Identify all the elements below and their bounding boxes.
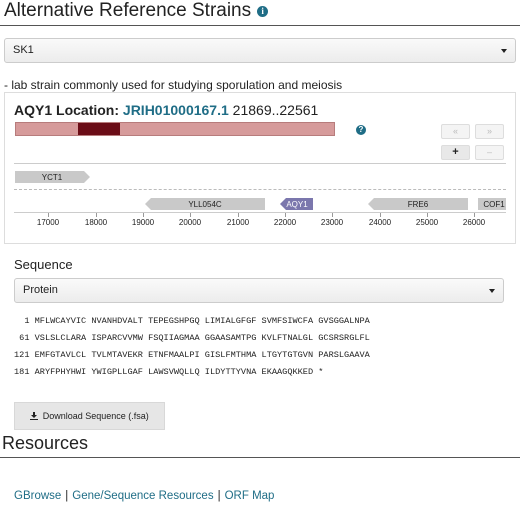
sequence-box: 1 MFLWCAYVIC NVANHDVALT TEPEGSHPGQ LIMIA… [14, 313, 504, 391]
strain-select-value: SK1 [13, 44, 34, 56]
feature-fre6[interactable]: FRE6 [368, 198, 468, 210]
download-sequence-button[interactable]: Download Sequence (.fsa) [14, 402, 165, 430]
location-range: 21869..22561 [232, 102, 319, 118]
sequence-line: 61 VSLSLCLARA ISPARCVVMW FSQIIAGMAA GGAA… [14, 333, 370, 343]
feature-label-fre6: FRE6 [408, 200, 429, 209]
axis-tick [427, 213, 428, 217]
feature-label-cof1: COF1 [483, 200, 505, 209]
sequence-line: 1 MFLWCAYVIC NVANHDVALT TEPEGSHPGQ LIMIA… [14, 316, 370, 326]
axis-tick [380, 213, 381, 217]
zoom-out-button[interactable]: – [475, 145, 504, 160]
axis-tick [332, 213, 333, 217]
chevron-down-icon [501, 49, 507, 53]
contig-link[interactable]: JRIH01000167.1 [123, 102, 229, 118]
axis-tick [285, 213, 286, 217]
resources-divider [0, 457, 520, 458]
page-title-text: Alternative Reference Strains [4, 0, 252, 21]
sequence-label: Sequence [14, 257, 73, 272]
gene-sequence-resources-link[interactable]: Gene/Sequence Resources [72, 490, 213, 502]
download-sequence-label: Download Sequence (.fsa) [42, 411, 149, 421]
axis-tick-label: 22000 [273, 218, 297, 227]
locus-highlight [78, 123, 120, 135]
sequence-type-value: Protein [23, 284, 58, 296]
axis-tick-label: 19000 [131, 218, 155, 227]
resources-links: GBrowse | Gene/Sequence Resources | ORF Map [14, 490, 274, 502]
axis-tick [48, 213, 49, 217]
chevron-down-icon [489, 289, 495, 293]
axis-tick-label: 18000 [84, 218, 108, 227]
axis-tick [190, 213, 191, 217]
sequence-line: 121 EMFGTAVLCL TVLMTAVEKR ETNFMAALPI GIS… [14, 350, 370, 360]
gbrowse-link[interactable]: GBrowse [14, 490, 61, 502]
axis-tick [474, 213, 475, 217]
download-icon [30, 412, 39, 420]
scroll-right-button[interactable]: » [475, 124, 504, 139]
location-title: AQY1 Location: JRIH01000167.1 21869..225… [14, 102, 318, 118]
title-divider [0, 25, 520, 26]
feature-label-aqy1: AQY1 [286, 200, 308, 209]
axis-tick-label: 24000 [368, 218, 392, 227]
resources-title: Resources [2, 433, 89, 453]
help-icon[interactable]: ? [356, 125, 366, 135]
page-title: Alternative Reference Strains i [4, 0, 269, 22]
axis-tick-label: 26000 [462, 218, 486, 227]
axis-tick [143, 213, 144, 217]
locus-overview-bar [15, 122, 335, 136]
sequence-line: 181 ARYFPHYHWI YWIGPLLGAF LAWSVWQLLQ ILD… [14, 367, 324, 377]
axis-tick-label: 21000 [226, 218, 250, 227]
zoom-in-button[interactable]: + [441, 145, 470, 160]
axis-tick [238, 213, 239, 217]
info-icon[interactable]: i [257, 5, 269, 17]
strain-select[interactable]: SK1 [4, 38, 516, 63]
feature-label-yll054c: YLL054C [188, 200, 222, 209]
sequence-type-select[interactable]: Protein [14, 278, 504, 303]
feature-yct1[interactable]: YCT1 [15, 171, 90, 183]
location-gene-label: AQY1 Location: [14, 102, 120, 118]
feature-cof1[interactable]: COF1 [478, 198, 506, 210]
feature-aqy1[interactable]: AQY1 [280, 198, 313, 210]
track-top-border [14, 163, 506, 164]
orf-map-link[interactable]: ORF Map [225, 490, 275, 502]
axis-tick-label: 25000 [415, 218, 439, 227]
axis-tick-label: 20000 [178, 218, 202, 227]
axis-tick-label: 17000 [36, 218, 60, 227]
feature-yll054c[interactable]: YLL054C [145, 198, 265, 210]
link-separator: | [65, 490, 69, 502]
link-separator: | [217, 490, 221, 502]
axis-tick [96, 213, 97, 217]
strain-description: - lab strain commonly used for studying … [4, 78, 343, 92]
axis-tick-label: 23000 [320, 218, 344, 227]
feature-track: YCT1 YLL054C AQY1 FRE6 COF1 [15, 171, 506, 210]
feature-label-yct1: YCT1 [42, 173, 63, 182]
scroll-left-button[interactable]: « [441, 124, 470, 139]
